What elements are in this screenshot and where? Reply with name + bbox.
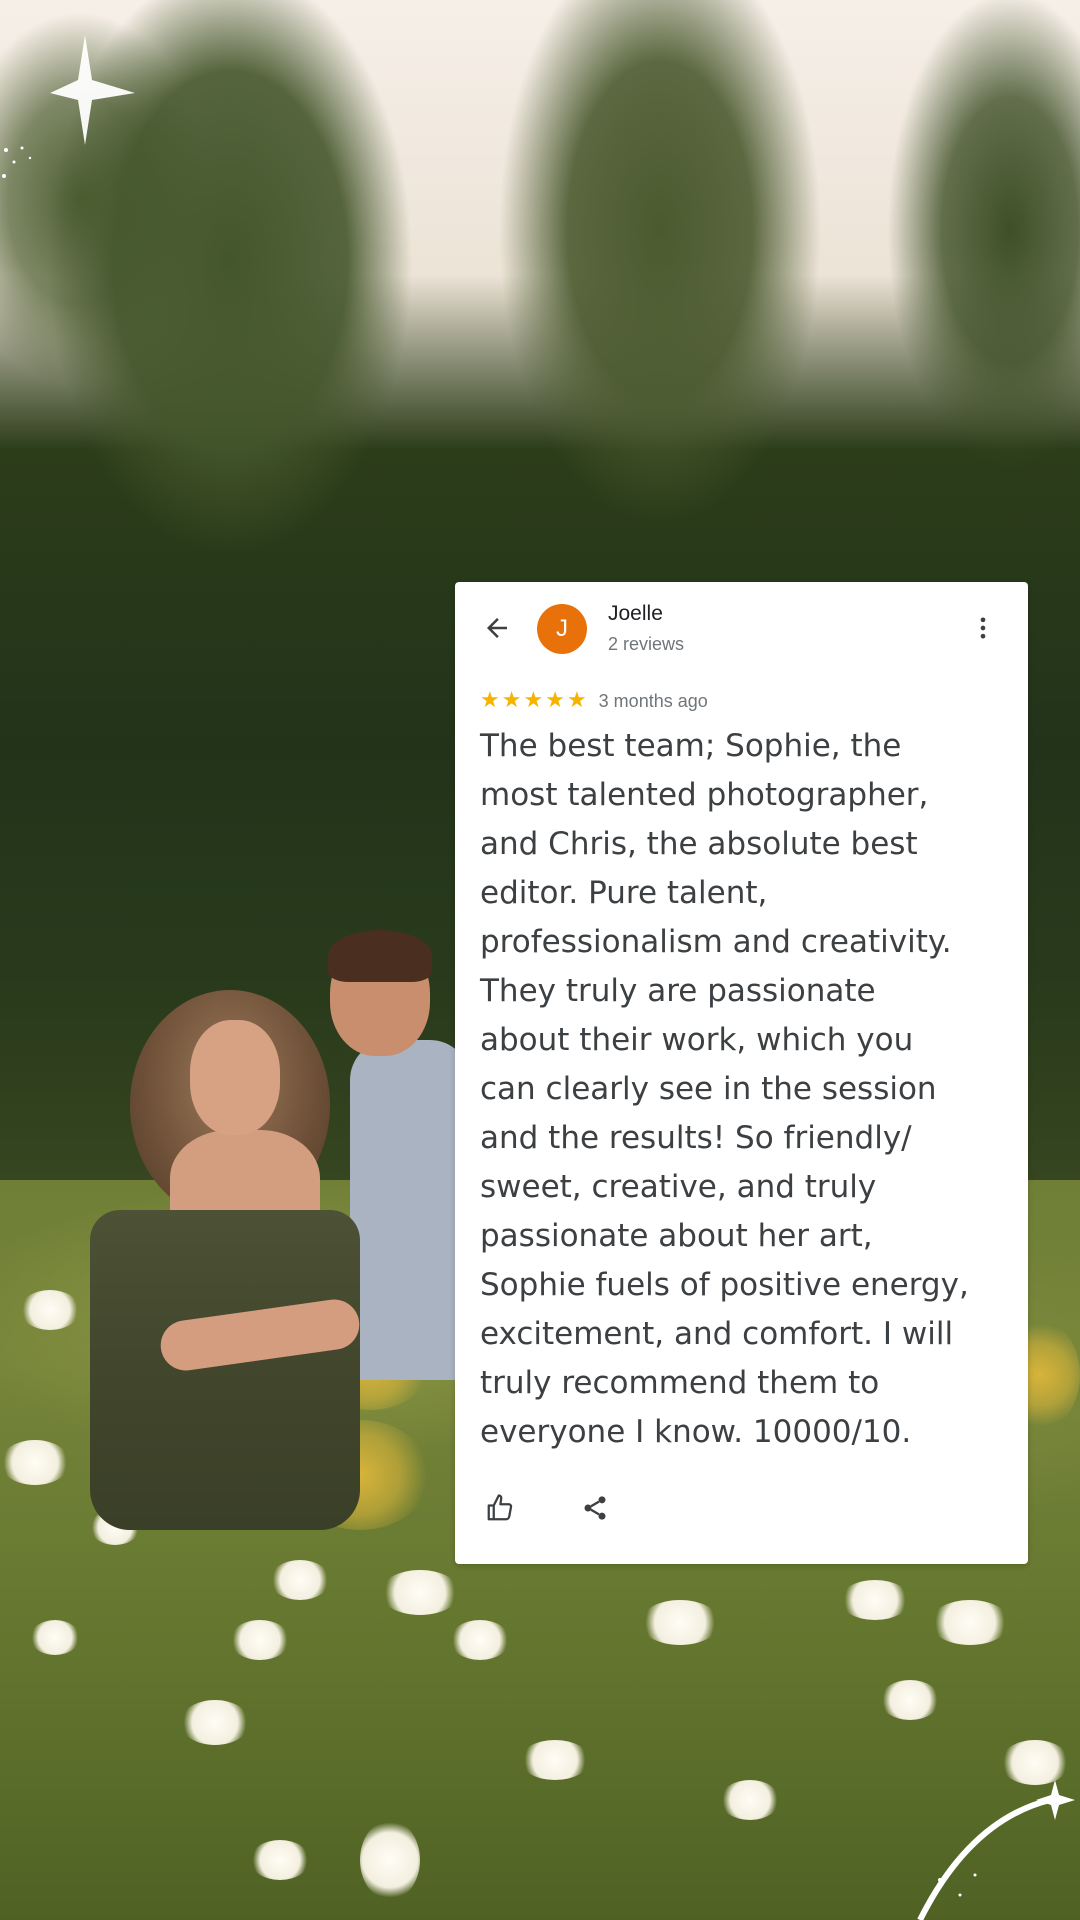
thumbs-up-icon (487, 1494, 513, 1521)
sparkle-arc-icon (917, 1780, 1075, 1920)
rating-row: ★ ★ ★ ★ ★ 3 months ago (480, 688, 708, 714)
woman-dress (90, 1210, 360, 1530)
more-vertical-icon (980, 617, 986, 639)
review-date: 3 months ago (598, 690, 708, 711)
man-shirt (350, 1040, 470, 1380)
wildflower (1000, 1740, 1070, 1785)
wildflower (520, 1740, 590, 1780)
review-count: 2 reviews (608, 634, 685, 654)
wildflower (840, 1580, 910, 1620)
wildflower (640, 1600, 720, 1645)
sparkle-icon (50, 35, 135, 145)
star-icon: ★ (566, 688, 587, 713)
star-rating: ★ ★ ★ ★ ★ (480, 690, 587, 712)
wildflower (0, 1440, 70, 1485)
review-text: The best team; Sophie, the most talented… (480, 728, 969, 1450)
star-icon: ★ (545, 688, 565, 713)
wildflower (250, 1840, 310, 1880)
couple-photo (80, 930, 470, 1630)
wildflower (930, 1600, 1010, 1645)
reviewer-name[interactable]: Joelle (608, 602, 663, 626)
wildflower (180, 1700, 250, 1745)
star-icon: ★ (480, 688, 500, 713)
avatar[interactable]: J (537, 604, 587, 654)
review-card: J Joelle 2 reviews ★ ★ ★ ★ ★ 3 months ag… (455, 582, 1028, 1564)
wildflower (20, 1290, 80, 1330)
avatar-initial: J (556, 615, 568, 642)
like-button[interactable] (480, 1488, 520, 1528)
back-button[interactable] (477, 608, 517, 648)
star-icon: ★ (501, 688, 522, 713)
back-arrow-icon (487, 618, 507, 638)
share-icon (584, 1496, 606, 1520)
wildflower (360, 1820, 420, 1900)
sparkle-dots-icon (2, 146, 32, 178)
wildflower (880, 1680, 940, 1720)
woman-face (190, 1020, 280, 1135)
share-button[interactable] (575, 1488, 615, 1528)
more-options-button[interactable] (963, 608, 1003, 648)
wildflower (30, 1620, 80, 1655)
star-icon: ★ (523, 688, 544, 713)
man-hair (328, 930, 432, 982)
wildflower (720, 1780, 780, 1820)
